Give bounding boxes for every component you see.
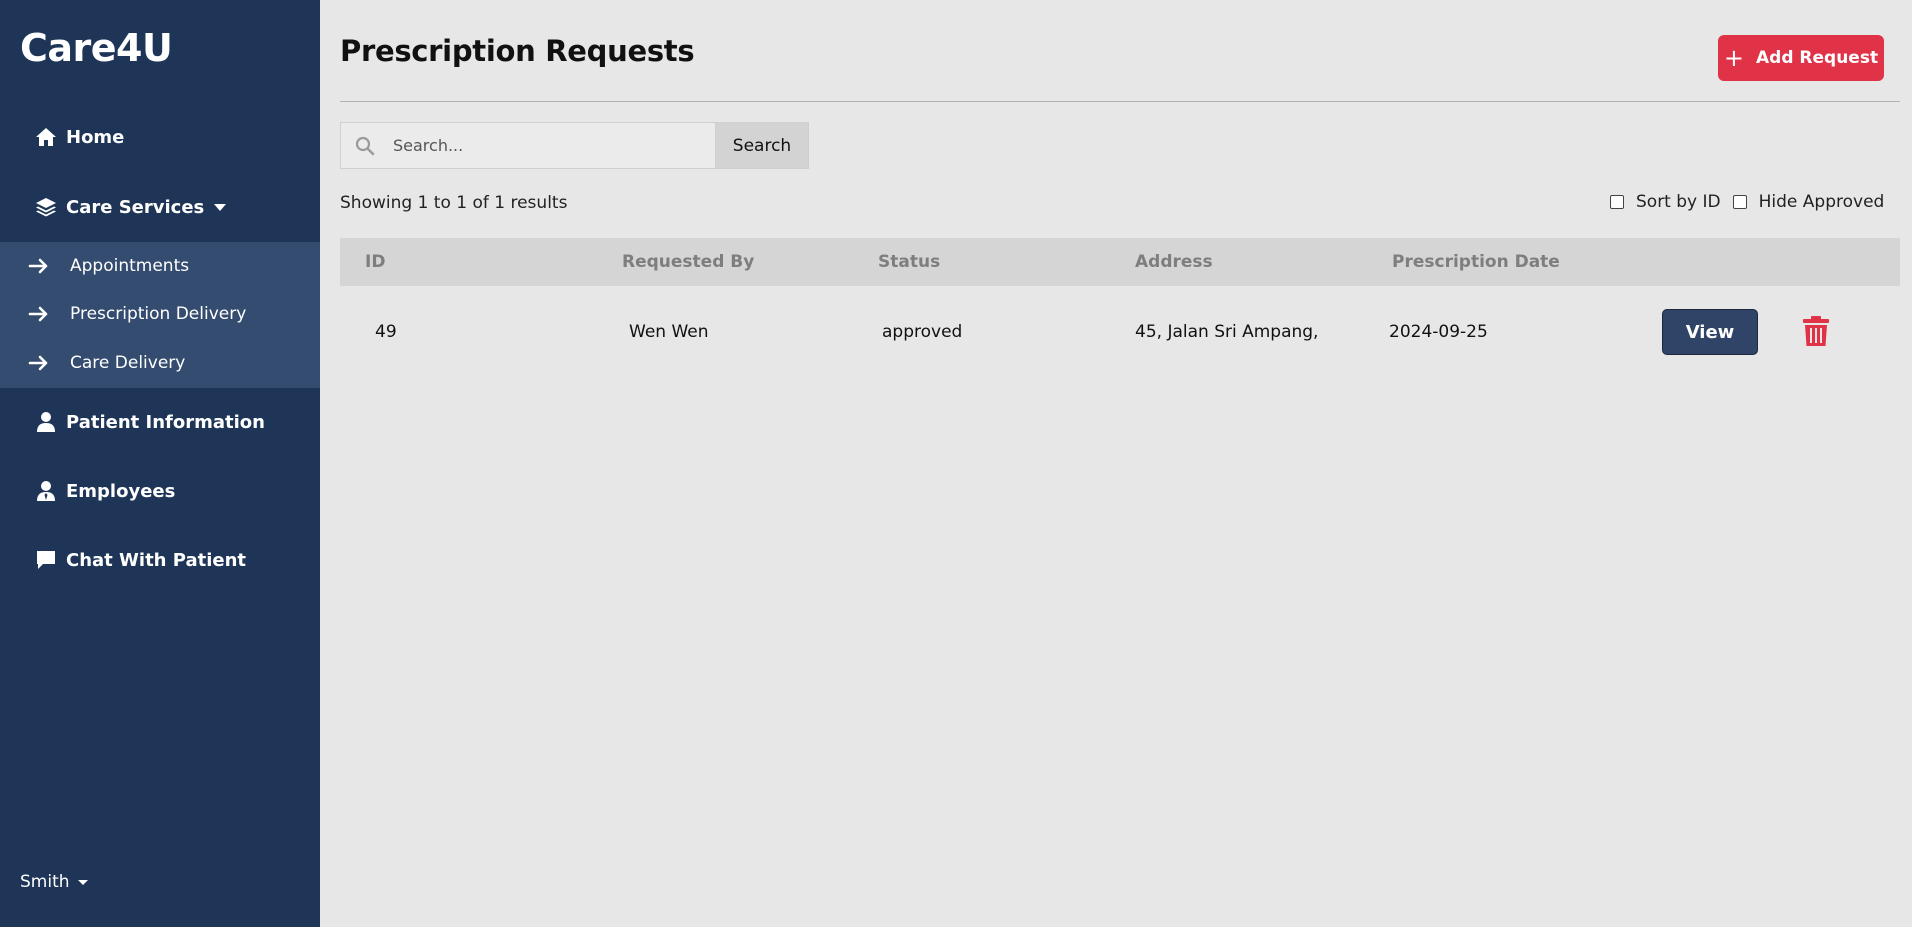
sidebar: Care4U Home Care Services Appointments P… — [0, 0, 320, 927]
sort-by-id-label: Sort by ID — [1636, 192, 1721, 212]
employee-icon — [34, 479, 58, 503]
cell-requested-by: Wen Wen — [629, 322, 709, 342]
trash-icon[interactable] — [1802, 315, 1830, 347]
cell-address: 45, Jalan Sri Ampang, — [1135, 322, 1319, 342]
view-button[interactable]: View — [1662, 309, 1758, 355]
add-request-label: Add Request — [1756, 48, 1879, 68]
chevron-down-icon — [77, 879, 88, 885]
results-count: Showing 1 to 1 of 1 results — [340, 193, 568, 213]
sidebar-item-label: Patient Information — [66, 411, 265, 433]
layers-icon — [34, 195, 58, 219]
column-header-prescription-date: Prescription Date — [1392, 252, 1560, 272]
hide-approved-label: Hide Approved — [1758, 192, 1885, 212]
column-header-address: Address — [1135, 252, 1213, 272]
header-divider — [340, 101, 1900, 102]
care-services-submenu: Appointments Prescription Delivery Care … — [0, 242, 320, 388]
hide-approved-toggle[interactable]: Hide Approved — [1732, 192, 1885, 212]
user-name: Smith — [20, 872, 70, 892]
sidebar-item-label: Home — [66, 126, 125, 148]
sidebar-item-patient-information[interactable]: Patient Information — [0, 402, 320, 442]
submenu-item-appointments[interactable]: Appointments — [0, 246, 320, 286]
user-menu[interactable]: Smith — [20, 872, 88, 892]
submenu-item-label: Prescription Delivery — [70, 304, 247, 324]
search-box — [340, 122, 715, 169]
submenu-item-prescription-delivery[interactable]: Prescription Delivery — [0, 294, 320, 334]
cell-status: approved — [882, 322, 963, 342]
home-icon — [34, 125, 58, 149]
add-request-button[interactable]: + Add Request — [1718, 35, 1884, 81]
arrow-right-icon — [28, 258, 48, 274]
sidebar-item-label: Care Services — [66, 196, 205, 218]
chat-icon — [34, 548, 58, 572]
column-header-requested-by: Requested By — [622, 252, 755, 272]
sidebar-item-home[interactable]: Home — [0, 117, 320, 157]
sidebar-item-employees[interactable]: Employees — [0, 471, 320, 511]
sidebar-item-chat-with-patient[interactable]: Chat With Patient — [0, 540, 320, 580]
submenu-item-label: Care Delivery — [70, 353, 186, 373]
column-header-id: ID — [365, 252, 386, 272]
search-input[interactable] — [385, 136, 705, 155]
chevron-down-icon — [214, 203, 227, 211]
sort-by-id-checkbox[interactable] — [1610, 195, 1624, 209]
column-header-status: Status — [878, 252, 941, 272]
sidebar-item-label: Employees — [66, 480, 176, 502]
app-root: Care4U Home Care Services Appointments P… — [0, 0, 1912, 927]
cell-prescription-date: 2024-09-25 — [1389, 322, 1488, 342]
search-button[interactable]: Search — [715, 122, 809, 169]
sidebar-item-care-services[interactable]: Care Services — [0, 187, 320, 227]
brand-logo[interactable]: Care4U — [20, 26, 173, 70]
submenu-item-care-delivery[interactable]: Care Delivery — [0, 343, 320, 383]
hide-approved-checkbox[interactable] — [1732, 195, 1747, 209]
submenu-item-label: Appointments — [70, 256, 190, 276]
table-row: 49 Wen Wen approved 45, Jalan Sri Ampang… — [340, 300, 1900, 364]
arrow-right-icon — [28, 355, 48, 371]
user-icon — [34, 410, 58, 434]
arrow-right-icon — [28, 306, 48, 322]
search-icon — [345, 123, 385, 168]
sort-by-id-toggle[interactable]: Sort by ID — [1610, 192, 1721, 212]
cell-id: 49 — [375, 322, 397, 342]
page-title: Prescription Requests — [340, 34, 695, 68]
plus-icon: + — [1723, 44, 1744, 72]
main-content: Prescription Requests + Add Request Sear… — [320, 0, 1912, 927]
filters: Sort by ID Hide Approved — [1610, 192, 1884, 212]
sidebar-item-label: Chat With Patient — [66, 549, 247, 571]
table-header: ID Requested By Status Address Prescript… — [340, 238, 1900, 286]
